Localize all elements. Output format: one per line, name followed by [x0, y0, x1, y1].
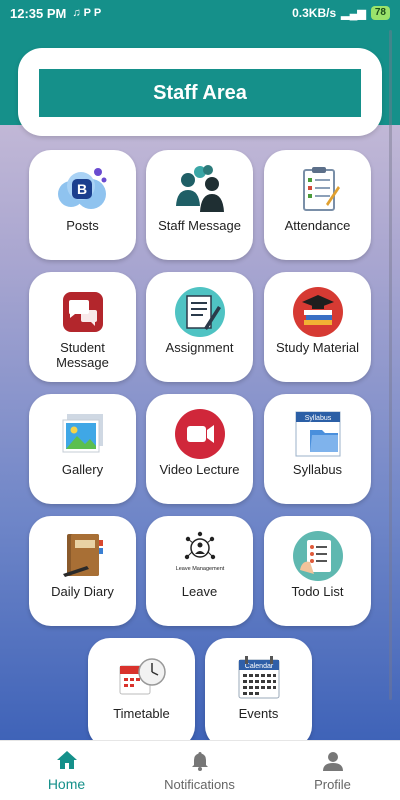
tile-label: Gallery	[61, 462, 104, 477]
syllabus-icon-caption: Syllabus	[304, 415, 331, 422]
tile-events[interactable]: Calendar Events	[205, 638, 312, 748]
blogger-icon: B	[57, 164, 109, 216]
tile-study-material[interactable]: Study Material	[264, 272, 371, 382]
nav-home-label: Home	[47, 776, 86, 792]
notification-icon: ♫ P P	[72, 7, 102, 19]
todo-list-icon	[292, 530, 344, 582]
gallery-picture-icon	[57, 408, 109, 460]
tile-label: Events	[238, 706, 279, 721]
battery-indicator: 78	[370, 6, 390, 20]
tile-timetable[interactable]: Timetable	[88, 638, 195, 748]
tile-label: Leave	[181, 584, 218, 599]
scrollbar[interactable]	[389, 30, 392, 700]
signal-icon: ▂▄▆	[341, 7, 366, 20]
page-title: Staff Area	[39, 69, 361, 117]
tile-syllabus[interactable]: Syllabus Syllabus	[264, 394, 371, 504]
tile-assignment[interactable]: Assignment	[146, 272, 253, 382]
person-icon	[322, 751, 343, 771]
nav-profile[interactable]: Profile	[266, 741, 399, 800]
header-card: Staff Area	[18, 48, 382, 136]
nav-notifications[interactable]: Notifications	[133, 741, 266, 800]
assignment-notepad-icon	[174, 286, 226, 338]
tile-label: Daily Diary	[51, 584, 114, 599]
tile-video-lecture[interactable]: Video Lecture	[146, 394, 253, 504]
home-icon	[56, 751, 77, 769]
status-time: 12:35 PM	[10, 5, 67, 21]
people-chat-icon	[174, 164, 226, 216]
tile-label: Attendance	[284, 218, 351, 233]
graduation-books-icon	[292, 286, 344, 338]
tile-gallery[interactable]: Gallery	[29, 394, 136, 504]
status-bar: 12:35 PM ♫ P P 0.3KB/s ▂▄▆ 78	[0, 0, 400, 26]
tile-staff-message[interactable]: Staff Message	[146, 150, 253, 260]
tile-label: Assignment	[165, 340, 234, 355]
tile-leave[interactable]: Leave Management Leave	[146, 516, 253, 626]
tile-posts[interactable]: B Posts	[29, 150, 136, 260]
attendance-clipboard-icon	[292, 164, 344, 216]
video-camera-icon	[174, 408, 226, 460]
nav-notifications-label: Notifications	[164, 776, 235, 792]
leave-icon-caption: Leave Management	[175, 566, 224, 572]
nav-profile-label: Profile	[314, 776, 351, 792]
network-speed: 0.3KB/s	[292, 6, 337, 20]
tile-label: Posts	[66, 218, 99, 233]
tile-label: Syllabus	[292, 462, 343, 477]
tile-label: Student Message	[56, 340, 109, 370]
message-bubbles-icon	[57, 286, 109, 338]
syllabus-folder-icon: Syllabus	[292, 408, 344, 460]
tile-student-message[interactable]: Student Message	[29, 272, 136, 382]
bell-icon	[191, 751, 208, 771]
calendar-icon: Calendar	[233, 652, 285, 704]
tile-label: Video Lecture	[159, 462, 240, 477]
calendar-icon-caption: Calendar	[244, 663, 273, 670]
nav-home[interactable]: Home	[0, 741, 133, 800]
tile-daily-diary[interactable]: Daily Diary	[29, 516, 136, 626]
tile-todo-list[interactable]: Todo List	[264, 516, 371, 626]
bottom-navigation: Home Notifications Profile	[0, 740, 400, 800]
leave-management-icon: Leave Management	[174, 530, 226, 582]
diary-book-icon	[57, 530, 109, 582]
tile-label: Staff Message	[158, 218, 241, 233]
tile-attendance[interactable]: Attendance	[264, 150, 371, 260]
tile-label: Timetable	[113, 706, 170, 721]
svg-text:B: B	[76, 181, 86, 197]
tile-label: Todo List	[291, 584, 344, 599]
tile-label: Study Material	[275, 340, 360, 355]
calendar-clock-icon	[116, 652, 168, 704]
